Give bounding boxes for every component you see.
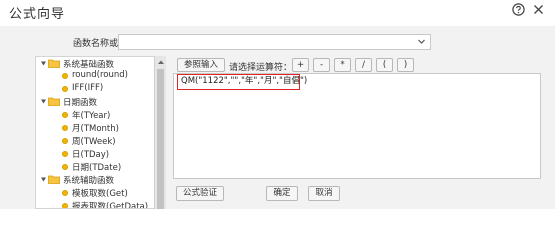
operator-minus-button[interactable]: - (313, 58, 330, 72)
tree-folder-label: 系统辅助函数 (63, 176, 115, 186)
function-dot-icon (62, 138, 68, 144)
collapse-arrow-icon[interactable] (40, 98, 47, 105)
dialog-title: 公式向导 (9, 7, 66, 22)
tree-scrollbar[interactable] (154, 56, 166, 209)
title-bar: 公式向导 (0, 0, 555, 22)
scrollbar-thumb[interactable] (157, 69, 164, 209)
tree-item-label: IFF(IFF) (72, 83, 104, 93)
folder-icon (48, 175, 60, 184)
tree-item-label: 月(TMonth) (72, 124, 119, 134)
cancel-button[interactable]: 取消 (308, 186, 340, 201)
function-dot-icon (62, 203, 68, 208)
function-dot-icon (62, 86, 68, 92)
collapse-arrow-icon[interactable] (40, 176, 47, 183)
help-icon[interactable] (512, 3, 525, 16)
folder-icon (48, 97, 60, 106)
tree-folder-label: 日期函数 (63, 98, 98, 108)
function-dot-icon (62, 190, 68, 196)
function-dot-icon (62, 151, 68, 157)
param-input-button[interactable]: 参照输入 (177, 58, 225, 72)
function-dot-icon (62, 112, 68, 118)
tree-folder-label: 系统基础函数 (63, 60, 115, 70)
description-select[interactable] (118, 34, 431, 50)
tree-item-label: 报表取数(GetData) (72, 202, 149, 209)
operator-open-paren-button[interactable]: ( (376, 58, 393, 72)
operator-multiply-button[interactable]: * (334, 58, 351, 72)
function-dot-icon (62, 73, 68, 79)
operator-label: 请选择运算符： (229, 63, 293, 73)
ok-button[interactable]: 确定 (266, 186, 298, 201)
chevron-down-icon (418, 39, 425, 44)
function-tree[interactable]: 系统基础函数 round(round) IFF(IFF) 日期函数 年(TYea… (35, 56, 166, 209)
operator-divide-button[interactable]: / (355, 58, 372, 72)
formula-text[interactable]: QM("1122","","年","月","自倡") (177, 74, 307, 90)
operator-plus-button[interactable]: + (292, 58, 309, 72)
close-icon[interactable] (532, 3, 545, 16)
tree-item-label: round(round) (72, 70, 128, 80)
folder-icon (48, 59, 60, 68)
tree-item-label: 模板取数(Get) (72, 189, 128, 199)
function-dot-icon (62, 125, 68, 131)
tree-item-label: 年(TYear) (72, 111, 111, 121)
function-dot-icon (62, 164, 68, 170)
scroll-up-arrow-icon[interactable] (157, 59, 165, 65)
operator-close-paren-button[interactable]: ) (397, 58, 414, 72)
tree-item-label: 周(TWeek) (72, 137, 116, 147)
tree-item-label: 日期(TDate) (72, 163, 122, 173)
tree-item-label: 日(TDay) (72, 150, 110, 160)
validate-formula-button[interactable]: 公式验证 (176, 186, 224, 201)
collapse-arrow-icon[interactable] (40, 60, 47, 67)
